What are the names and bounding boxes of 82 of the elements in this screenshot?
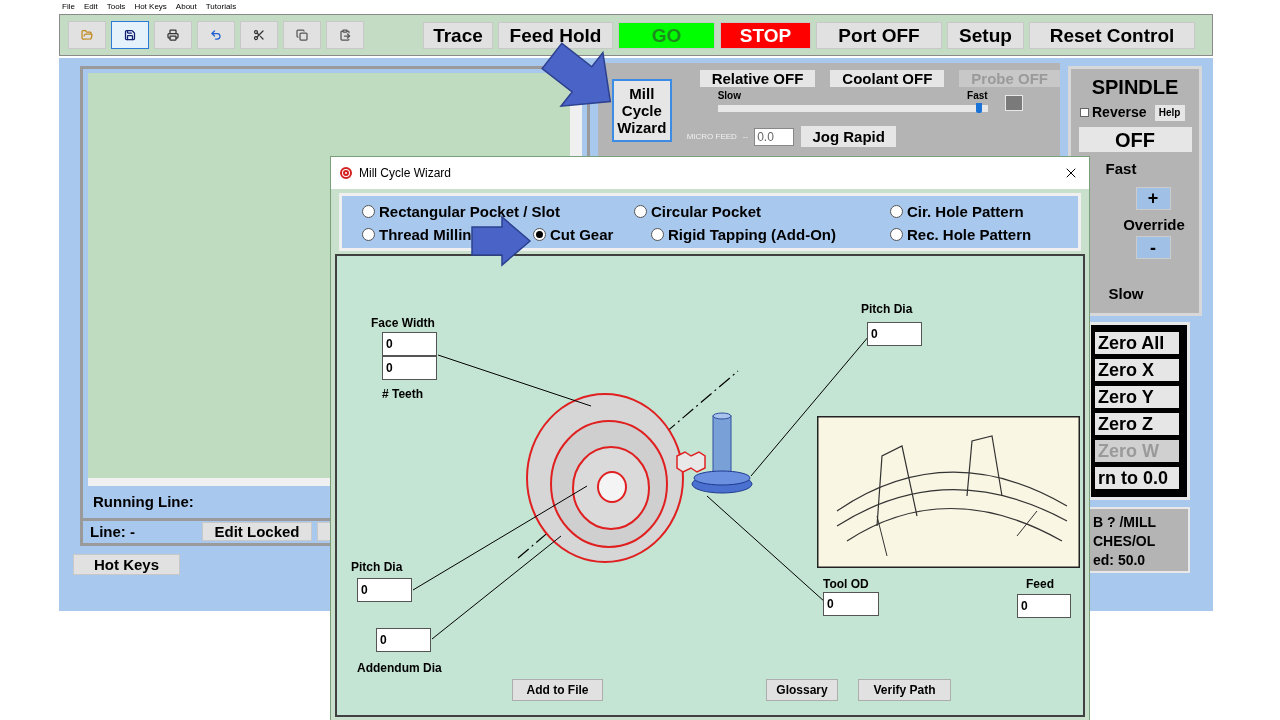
paste-icon [339,29,351,41]
input-field[interactable]: 0 [867,322,922,346]
input-field[interactable]: 0 [357,578,412,602]
toolbar-button[interactable]: STOP [720,21,811,49]
callout-arrow [541,42,612,108]
folder-icon [81,29,93,41]
operation-radio[interactable]: Rectangular Pocket / Slot [362,202,560,220]
line-label: Line: - [90,521,136,542]
operation-radio[interactable]: Cir. Hole Pattern [890,202,1024,220]
scissors-icon [253,29,265,41]
zero-button[interactable]: rn to 0.0 [1095,467,1179,489]
separator-label: -- [742,130,749,143]
spindle-title: SPINDLE [1091,77,1179,97]
undo-icon [210,29,222,41]
printer-icon [167,29,179,41]
toolbar-button[interactable]: Feed Hold [498,21,613,49]
menu-item[interactable]: Tools [106,3,126,11]
menu-item[interactable]: About [175,3,197,11]
input-field[interactable]: 0 [382,356,437,380]
slider-thumb[interactable] [976,103,983,113]
field-label: Face Width [371,315,435,332]
operation-radio[interactable]: Cut Gear [533,225,614,243]
toolbar-button[interactable] [111,21,149,49]
callout-arrow [471,215,532,267]
field-label: # Teeth [382,386,424,403]
zero-button[interactable]: Zero Y [1095,386,1179,408]
zero-button[interactable]: Zero X [1095,359,1179,381]
fast-label: Fast [1105,159,1137,179]
override-label: Override [1123,214,1185,235]
toolbar-button[interactable]: Trace [423,21,493,49]
fast-label: Fast [967,89,988,103]
toggle-button[interactable]: Relative OFF [699,70,816,87]
toolbar-button[interactable]: Port OFF [816,21,942,49]
plus-button[interactable]: + [1135,186,1171,210]
verify-path-button[interactable]: Verify Path [858,679,951,701]
copy-icon [296,29,308,41]
operation-radio[interactable]: Rigid Tapping (Add-On) [651,225,836,243]
menu-item[interactable]: Edit [83,3,98,11]
menu-item[interactable]: Hot Keys [134,3,167,11]
operation-radio[interactable]: Thread Millin [362,225,472,243]
spindle-state: OFF [1078,127,1192,152]
reverse-label: Reverse [1092,103,1147,122]
operation-radio[interactable]: Circular Pocket [634,202,762,220]
menu-item[interactable]: File [62,3,75,11]
edit-button[interactable]: Edit Locked [202,522,312,542]
reverse-checkbox[interactable] [1080,108,1089,117]
input-field[interactable]: 0 [823,592,879,616]
toolbar-button[interactable]: Reset Control [1029,21,1195,49]
dialog-title: Mill Cycle Wizard [359,165,451,182]
field-label: Pitch Dia [861,301,913,318]
minus-button[interactable]: - [1135,236,1171,259]
info-text: B ? /MILL [1093,513,1157,532]
running-line-label: Running Line: [93,491,194,512]
info-text: CHES/OL [1093,532,1157,551]
help-button[interactable]: Help [1154,104,1185,121]
toolbar-button[interactable] [154,21,192,49]
wizard-button[interactable]: Mill Cycle Wizard [612,79,672,142]
slow-label: Slow [717,89,741,103]
menu-item[interactable]: Tutorials [205,3,237,11]
field-label: Pitch Dia [351,559,403,576]
hot-keys-button[interactable]: Hot Keys [73,554,180,575]
info-text: ed: 50.0 [1093,551,1147,570]
jog-rapid-button[interactable]: Jog Rapid [801,126,897,147]
toolbar-button[interactable]: Setup [947,21,1024,49]
input-field[interactable]: 0 [382,332,437,356]
input-field[interactable]: 0 [376,628,431,652]
zero-button[interactable]: Zero Z [1095,413,1179,435]
zero-button[interactable]: Zero All [1095,332,1179,354]
micro-feed-field[interactable]: 0.0 [754,127,795,146]
operation-radio[interactable]: Rec. Hole Pattern [890,225,1032,243]
field-label: Feed [1026,576,1054,593]
toolbar-button[interactable] [240,21,278,49]
app-logo-icon [339,166,353,180]
add-to-file-button[interactable]: Add to File [512,679,603,701]
glossary-button[interactable]: Glossary [766,679,838,701]
toggle-button[interactable]: Coolant OFF [830,70,945,87]
color-button[interactable] [1004,95,1023,111]
save-icon [124,29,136,41]
slow-label: Slow [1108,284,1144,304]
field-label: Addendum Dia [357,660,442,677]
field-label: Tool OD [823,576,869,593]
input-field[interactable]: 0 [1017,594,1071,618]
